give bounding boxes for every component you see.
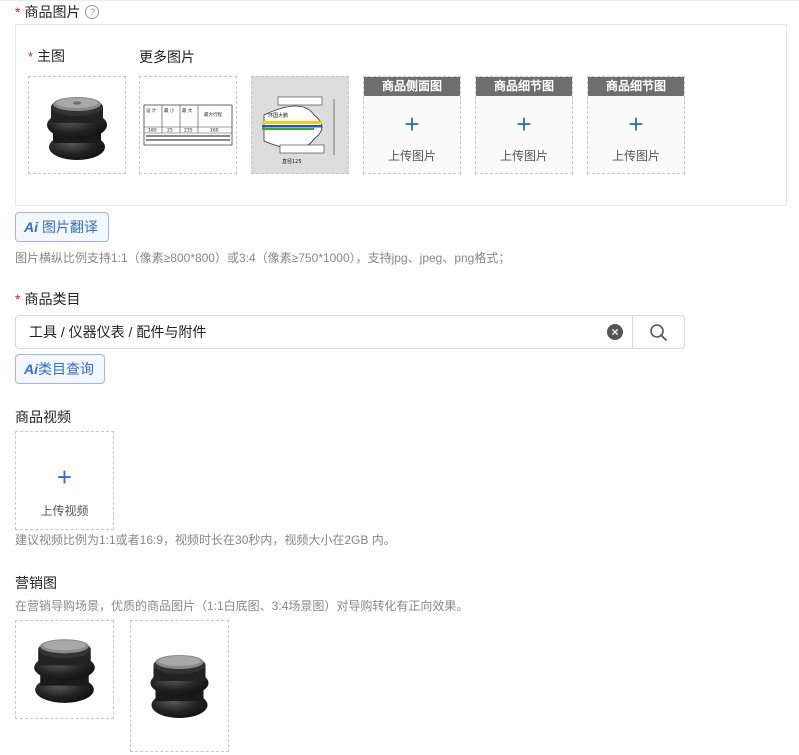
- video-hint: 建议视频比例为1:1或者16:9，视频时长在30秒内，视频大小在2GB 内。: [15, 533, 396, 547]
- marketing-hint: 在营销导购场景，优质的商品图片（1:1白底图、3:4场景图）对导购转化有正向效果…: [15, 599, 469, 613]
- category-select[interactable]: 工具 / 仪器仪表 / 配件与附件 ×: [15, 315, 685, 349]
- search-icon: [650, 324, 667, 341]
- image-ratio-hint: 图片横纵比例支持1:1（像素≥800*800）或3:4（像素≥750*1000）…: [15, 251, 511, 265]
- upload-image-text: 上传图片: [611, 149, 660, 163]
- table-value-1: 180: [148, 128, 157, 134]
- marketing-image-square[interactable]: [15, 620, 114, 719]
- upload-image-text: 上传图片: [387, 149, 436, 163]
- table-value-4: 160: [210, 128, 219, 134]
- diagram-label: 环国大鹏: [268, 112, 288, 119]
- marketing-label: 营销图: [15, 575, 57, 591]
- table-header-4: 最大行程: [204, 111, 222, 118]
- table-value-3: 235: [184, 128, 193, 134]
- category-value: 工具 / 仪器仪表 / 配件与附件: [29, 324, 207, 340]
- air-spring-image: [34, 639, 95, 703]
- table-header-3: 最 大: [182, 107, 193, 114]
- ai-icon: Ai: [24, 219, 38, 235]
- video-label: 商品视频: [15, 409, 71, 425]
- plus-icon: +: [628, 109, 644, 139]
- plus-icon: +: [404, 109, 420, 139]
- air-spring-image: [47, 97, 107, 160]
- product-images-label: * 商品图片 ?: [15, 2, 100, 22]
- upload-video-slot[interactable]: + 上传视频: [15, 431, 114, 530]
- plus-icon: +: [516, 109, 532, 139]
- marketing-image-portrait[interactable]: [130, 620, 229, 752]
- upload-detail-image-slot-2[interactable]: 商品细节图 + 上传图片: [587, 76, 685, 174]
- main-image-label: * 主图: [28, 48, 66, 64]
- slot-header: 商品侧面图: [364, 77, 460, 96]
- plus-icon: +: [56, 462, 73, 492]
- image-translate-button[interactable]: Ai 图片翻译: [15, 212, 109, 242]
- dimension-diagram-thumbnail[interactable]: 环国大鹏 直径125: [251, 76, 349, 174]
- table-header-1: 设 计: [146, 107, 157, 114]
- search-button[interactable]: [633, 316, 685, 348]
- more-images-label: 更多图片: [139, 49, 195, 65]
- upload-side-image-slot[interactable]: 商品侧面图 + 上传图片: [363, 76, 461, 174]
- spec-table-thumbnail[interactable]: 设 计 最 小 最 大 最大行程 180 25 235 160: [139, 76, 237, 174]
- upload-video-text: 上传视频: [40, 504, 89, 518]
- upload-detail-image-slot[interactable]: 商品细节图 + 上传图片: [475, 76, 573, 174]
- category-label: * 商品类目: [15, 291, 81, 307]
- top-divider: [0, 0, 799, 1]
- upload-image-text: 上传图片: [499, 149, 548, 163]
- clear-icon[interactable]: ×: [607, 324, 623, 340]
- air-spring-image: [150, 655, 209, 718]
- slot-header: 商品细节图: [476, 77, 572, 96]
- slot-header: 商品细节图: [588, 77, 684, 96]
- table-value-2: 25: [167, 128, 173, 134]
- ai-icon: Ai: [24, 361, 38, 377]
- table-header-2: 最 小: [164, 107, 175, 114]
- diagram-bottom: 直径125: [282, 158, 302, 165]
- category-query-button[interactable]: Ai 类目查询: [15, 354, 105, 384]
- question-circle-icon[interactable]: ?: [85, 5, 100, 19]
- main-image-slot[interactable]: [28, 76, 126, 174]
